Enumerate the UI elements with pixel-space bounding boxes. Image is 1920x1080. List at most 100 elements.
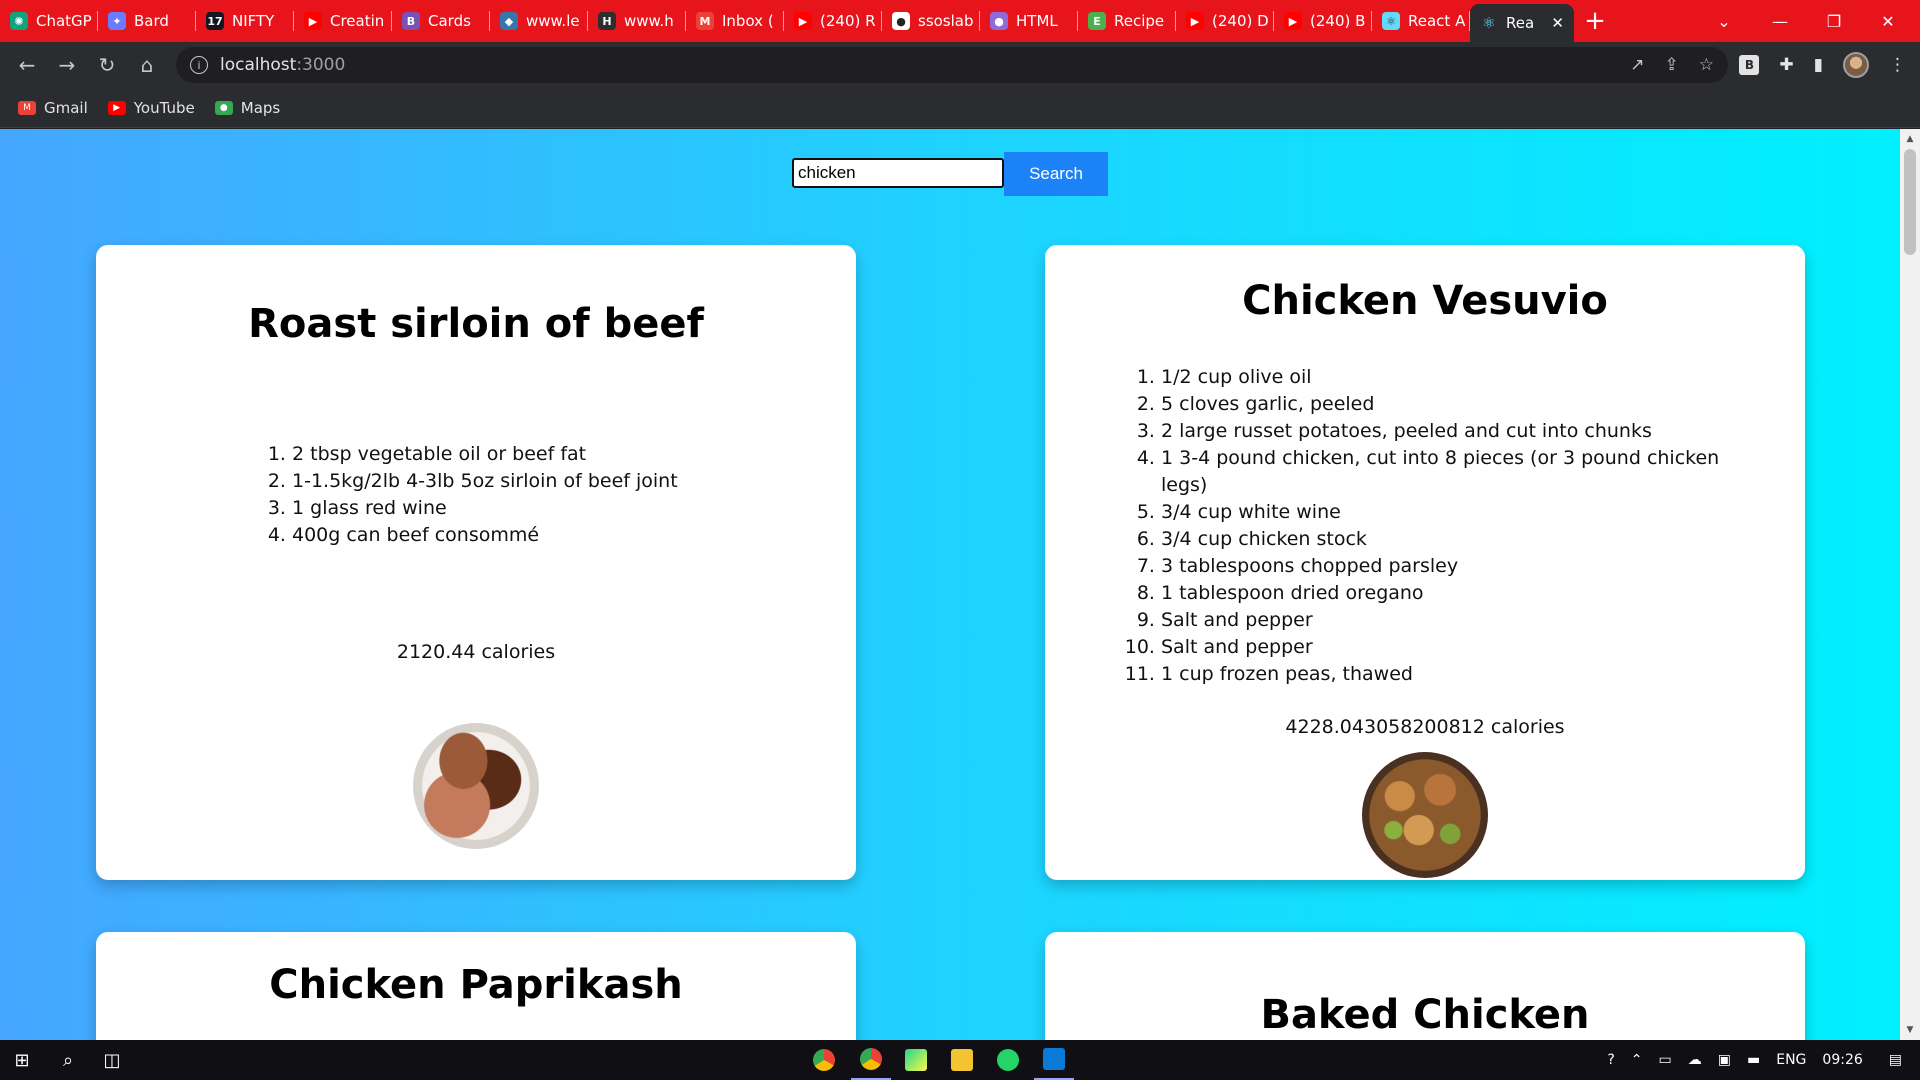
- browser-tab[interactable]: ▶ (240) D: [1176, 0, 1274, 42]
- tab-label: (240) B: [1310, 12, 1366, 30]
- browser-tab[interactable]: ● ssoslab: [882, 0, 980, 42]
- search-button[interactable]: Search: [1004, 152, 1108, 196]
- youtube-icon: ▶: [794, 12, 812, 30]
- side-panel-icon[interactable]: ▮: [1814, 55, 1823, 75]
- new-tab-button[interactable]: +: [1574, 0, 1616, 42]
- tradingview-icon: 17: [206, 12, 224, 30]
- ingredient-item: 5 cloves garlic, peeled: [1161, 391, 1721, 418]
- tab-search-chevron-icon[interactable]: ⌄: [1700, 0, 1748, 42]
- back-arrow-icon[interactable]: ←: [7, 45, 47, 85]
- battery-icon[interactable]: ▬: [1747, 1052, 1760, 1068]
- youtube-icon: ▶: [1284, 12, 1302, 30]
- tab-label: www.h: [624, 12, 674, 30]
- tab-label: Recipe: [1114, 12, 1165, 30]
- forward-arrow-icon[interactable]: →: [47, 45, 87, 85]
- profile-avatar[interactable]: [1843, 52, 1869, 78]
- open-in-app-icon[interactable]: ↗: [1630, 55, 1644, 75]
- browser-tab[interactable]: ⚛ React A: [1372, 0, 1470, 42]
- browser-tab[interactable]: ▶ (240) R: [784, 0, 882, 42]
- task-view-icon[interactable]: ◫: [92, 1040, 132, 1080]
- network-icon[interactable]: ▣: [1718, 1052, 1731, 1068]
- tab-label: Inbox (: [722, 12, 774, 30]
- ingredient-item: 2 tbsp vegetable oil or beef fat: [292, 441, 692, 468]
- browser-tab[interactable]: B Cards: [392, 0, 490, 42]
- react-icon: ⚛: [1480, 14, 1498, 32]
- chrome-active-app-icon[interactable]: [851, 1040, 891, 1080]
- browser-tab[interactable]: 17 NIFTY: [196, 0, 294, 42]
- bookmark-item[interactable]: M Gmail: [18, 99, 88, 117]
- onedrive-cloud-icon[interactable]: ☁: [1688, 1052, 1702, 1068]
- ingredient-list: 2 tbsp vegetable oil or beef fat1-1.5kg/…: [260, 441, 692, 549]
- windows-start-icon[interactable]: ⊞: [2, 1040, 42, 1080]
- ingredient-list: 1/2 cup olive oil5 cloves garlic, peeled…: [1129, 364, 1721, 688]
- tray-chevron-up-icon[interactable]: ⌃: [1631, 1052, 1643, 1068]
- bookmark-item[interactable]: ▶ YouTube: [107, 98, 195, 117]
- browser-tab[interactable]: ▶ (240) B: [1274, 0, 1372, 42]
- whatsapp-app-icon[interactable]: [988, 1040, 1028, 1080]
- recipe-title: Chicken Paprikash: [269, 962, 683, 1008]
- ingredient-item: 1/2 cup olive oil: [1161, 364, 1721, 391]
- bookmarks-bar: M Gmail ▶ YouTube ● Maps: [0, 88, 1920, 128]
- search-form: Search: [792, 152, 1108, 196]
- address-port: :3000: [296, 55, 346, 75]
- pycharm-app-icon[interactable]: [896, 1040, 936, 1080]
- tab-strip: ✺ ChatGP ✦ Bard 17 NIFTY ▶ Creatin B Cards ◆ www.le…: [0, 0, 1920, 42]
- youtube-icon: ▶: [304, 12, 322, 30]
- minimize-button[interactable]: —: [1756, 0, 1804, 42]
- browser-tab[interactable]: Hwww.h: [588, 0, 686, 42]
- address-bar[interactable]: i localhost:3000 ↗ ⇪ ☆: [176, 47, 1728, 83]
- bookmark-label: Gmail: [44, 98, 88, 117]
- recipe-card: Chicken Vesuvio 1/2 cup olive oil5 clove…: [1045, 245, 1805, 880]
- youtube-icon: ▶: [1186, 12, 1204, 30]
- bootstrap-icon: B: [402, 12, 420, 30]
- taskbar-search-icon[interactable]: ⌕: [48, 1040, 88, 1080]
- home-icon[interactable]: ⌂: [127, 45, 167, 85]
- ingredient-item: 3/4 cup chicken stock: [1161, 526, 1721, 553]
- ingredient-item: 3 tablespoons chopped parsley: [1161, 553, 1721, 580]
- browser-tab[interactable]: ● HTML: [980, 0, 1078, 42]
- tab-label: ChatGP: [36, 12, 92, 30]
- vscode-app-icon[interactable]: [1034, 1040, 1074, 1080]
- share-icon[interactable]: ⇪: [1665, 55, 1679, 75]
- close-window-button[interactable]: ✕: [1864, 0, 1912, 42]
- page-viewport: Search Roast sirloin of beef 2 tbsp vege…: [0, 129, 1900, 1040]
- browser-menu-icon[interactable]: ⋮: [1889, 55, 1906, 75]
- site-info-icon[interactable]: i: [190, 56, 208, 74]
- ingredient-item: 3/4 cup white wine: [1161, 499, 1721, 526]
- windows-taskbar: ⊞ ⌕ ◫ ? ⌃ ▭ ☁ ▣ ▬ ENG 09:26 ▤: [0, 1040, 1920, 1080]
- browser-tab[interactable]: ✺ ChatGP: [0, 0, 98, 42]
- browser-tab[interactable]: ▶ Creatin: [294, 0, 392, 42]
- browser-tab[interactable]: M Inbox (: [686, 0, 784, 42]
- meet-icon[interactable]: ▭: [1659, 1052, 1672, 1068]
- language-indicator[interactable]: ENG: [1776, 1052, 1806, 1068]
- bard-icon: ✦: [108, 12, 126, 30]
- reload-icon[interactable]: ↻: [87, 45, 127, 85]
- browser-tab[interactable]: ◆ www.le: [490, 0, 588, 42]
- python-icon: ◆: [500, 12, 518, 30]
- browser-tab[interactable]: E Recipe: [1078, 0, 1176, 42]
- clock-time[interactable]: 09:26: [1822, 1052, 1862, 1068]
- ingredient-item: 1 glass red wine: [292, 495, 692, 522]
- recipe-card: Roast sirloin of beef 2 tbsp vegetable o…: [96, 245, 856, 880]
- search-input[interactable]: [792, 158, 1004, 188]
- help-icon[interactable]: ?: [1607, 1052, 1614, 1068]
- chrome-app-icon[interactable]: [804, 1040, 844, 1080]
- scroll-down-arrow-icon[interactable]: ▼: [1900, 1022, 1920, 1038]
- recipe-title: Chicken Vesuvio: [1242, 278, 1608, 324]
- file-explorer-icon[interactable]: [942, 1040, 982, 1080]
- extension-b-icon[interactable]: B: [1739, 55, 1760, 75]
- scrollbar-thumb[interactable]: [1904, 149, 1916, 255]
- restore-button[interactable]: ❐: [1810, 0, 1858, 42]
- ingredient-item: 1 cup frozen peas, thawed: [1161, 661, 1721, 688]
- bookmark-label: YouTube: [133, 98, 195, 117]
- browser-tab[interactable]: ✦ Bard: [98, 0, 196, 42]
- extensions-puzzle-icon[interactable]: ✚: [1779, 55, 1793, 75]
- page-scrollbar[interactable]: ▲ ▼: [1900, 129, 1920, 1040]
- notifications-icon[interactable]: ▤: [1889, 1052, 1902, 1068]
- bookmark-item[interactable]: ● Maps: [214, 99, 280, 117]
- bookmark-star-icon[interactable]: ☆: [1699, 55, 1714, 75]
- close-tab-icon[interactable]: ✕: [1551, 14, 1564, 32]
- scroll-up-arrow-icon[interactable]: ▲: [1900, 131, 1920, 147]
- chatgpt-icon: ✺: [10, 12, 28, 30]
- browser-tab-active[interactable]: ⚛ Rea ✕: [1470, 4, 1574, 42]
